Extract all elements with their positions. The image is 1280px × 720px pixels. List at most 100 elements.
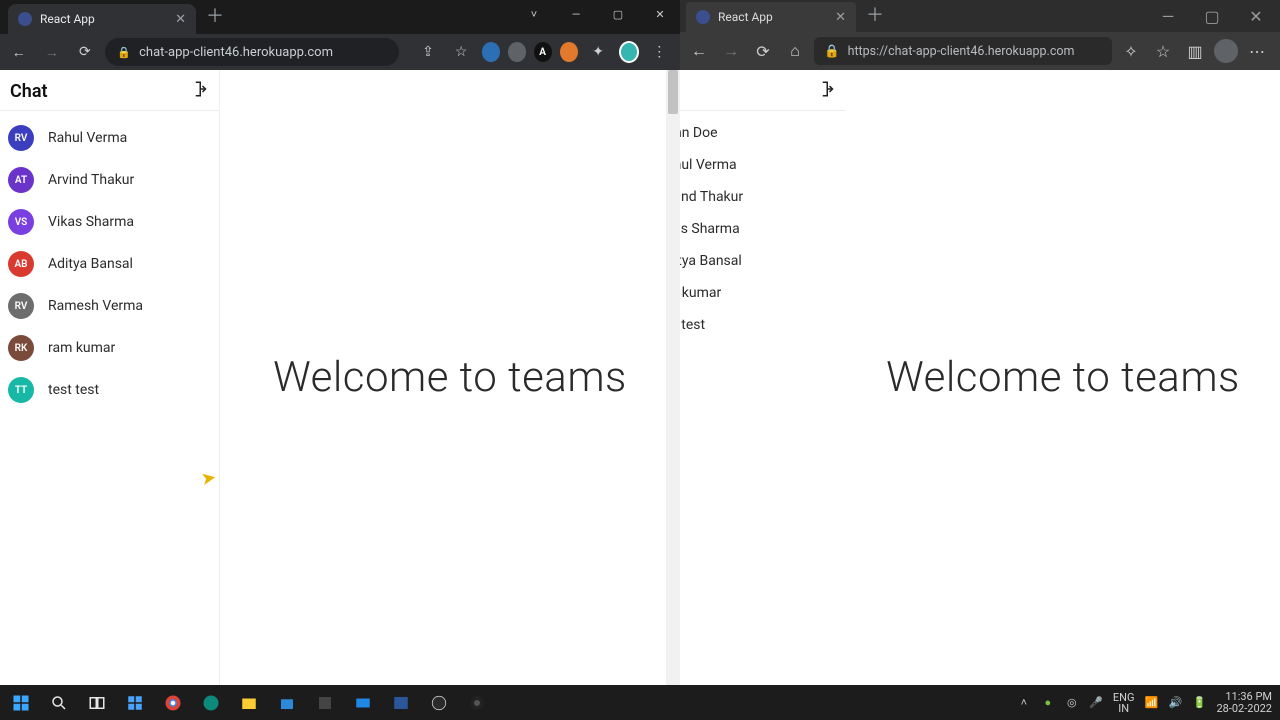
contact-name: ahul Verma	[680, 157, 737, 173]
edge-tabstrip: — ▢ ✕ React App ✕ ＋	[680, 0, 1280, 32]
close-window-button[interactable]: ✕	[1234, 2, 1278, 30]
language-indicator[interactable]: ENG IN	[1113, 692, 1135, 714]
volume-icon[interactable]: 🔊	[1168, 696, 1182, 710]
profile-avatar[interactable]	[1214, 39, 1238, 63]
close-tab-button[interactable]: ✕	[835, 10, 846, 25]
minimize-button[interactable]: —	[1146, 2, 1190, 30]
chrome-toolbar: ← → ⟳ 🔒 chat-app-client46.herokuapp.com …	[0, 34, 680, 70]
scrollbar-track[interactable]	[666, 70, 680, 685]
taskbar-apps	[8, 690, 490, 716]
new-tab-button[interactable]: ＋	[206, 8, 224, 26]
browser-tab[interactable]: React App ✕	[686, 2, 856, 32]
reload-button[interactable]: ⟳	[72, 38, 97, 66]
maximize-button[interactable]: ▢	[1190, 2, 1234, 30]
contact-item[interactable]: ahul Verma	[680, 149, 846, 181]
logout-button[interactable]	[189, 80, 207, 102]
browser-tab[interactable]: React App ✕	[8, 4, 196, 34]
mail-icon[interactable]	[350, 690, 376, 716]
chrome-window: ˅ — ▢ ✕ React App ✕ ＋ ← → ⟳ 🔒 chat-app-c…	[0, 0, 680, 685]
tray-chevron-icon[interactable]: ˄	[1017, 696, 1031, 710]
tray-mic-icon[interactable]: 🎤	[1089, 696, 1103, 710]
tray-obs-icon[interactable]: ◎	[1065, 696, 1079, 710]
contact-name: rvind Thakur	[680, 189, 743, 205]
app-icon[interactable]	[312, 690, 338, 716]
contact-item[interactable]: st test	[680, 309, 846, 341]
contact-item[interactable]: RVRahul Verma	[0, 117, 219, 159]
extension-icon[interactable]	[482, 42, 500, 62]
contact-item[interactable]: TTtest test	[0, 369, 219, 411]
wifi-icon[interactable]: 📶	[1144, 696, 1158, 710]
edge-window: — ▢ ✕ React App ✕ ＋ ← → ⟳ ⌂ 🔒 https://ch…	[680, 0, 1280, 685]
contact-item[interactable]: RKram kumar	[0, 327, 219, 369]
task-view-button[interactable]	[84, 690, 110, 716]
edge-menu-button[interactable]: ⋯	[1244, 38, 1270, 64]
avatar: AB	[8, 251, 34, 277]
contact-name: kas Sharma	[680, 221, 740, 237]
maximize-button[interactable]: ▢	[604, 4, 632, 24]
new-tab-button[interactable]: ＋	[866, 7, 884, 25]
contact-name: Arvind Thakur	[48, 172, 134, 188]
favorites-icon[interactable]: ☆	[1150, 38, 1176, 64]
extension-icon[interactable]: A	[534, 42, 552, 62]
app-icon[interactable]	[426, 690, 452, 716]
tray-status-icon[interactable]: ●	[1041, 696, 1055, 710]
contact-item[interactable]: m kumar	[680, 277, 846, 309]
url-text: chat-app-client46.herokuapp.com	[139, 45, 333, 60]
store-icon[interactable]	[274, 690, 300, 716]
forward-button[interactable]: →	[718, 38, 744, 64]
main-panel: Welcome to teams	[846, 70, 1280, 685]
forward-button[interactable]: →	[39, 38, 64, 66]
avatar: RV	[8, 125, 34, 151]
bookmark-star-icon[interactable]: ☆	[449, 38, 474, 66]
reload-button[interactable]: ⟳	[750, 38, 776, 64]
start-button[interactable]	[8, 690, 34, 716]
chrome-taskbar-icon[interactable]	[160, 690, 186, 716]
collections-icon[interactable]: ▥	[1182, 38, 1208, 64]
back-button[interactable]: ←	[686, 38, 712, 64]
search-button[interactable]	[46, 690, 72, 716]
word-icon[interactable]	[388, 690, 414, 716]
react-favicon-icon	[18, 12, 32, 26]
contact-item[interactable]: kas Sharma	[680, 213, 846, 245]
file-explorer-icon[interactable]	[236, 690, 262, 716]
minimize-button[interactable]: —	[562, 4, 590, 24]
lock-icon: 🔒	[824, 44, 840, 59]
widgets-button[interactable]	[122, 690, 148, 716]
address-bar[interactable]: 🔒 https://chat-app-client46.herokuapp.co…	[814, 37, 1112, 65]
contact-item[interactable]: ATArvind Thakur	[0, 159, 219, 201]
tracking-icon[interactable]: ✧	[1118, 38, 1144, 64]
extension-icon[interactable]	[560, 42, 578, 62]
chrome-menu-button[interactable]: ⋮	[647, 38, 672, 66]
back-button[interactable]: ←	[6, 38, 31, 66]
tab-title: React App	[40, 12, 167, 26]
share-icon[interactable]: ⇪	[415, 38, 440, 66]
contact-name: Ramesh Verma	[48, 298, 143, 314]
window-controls: — ▢ ✕	[1146, 2, 1278, 30]
contact-item[interactable]: ditya Bansal	[680, 245, 846, 277]
profile-avatar[interactable]	[619, 41, 639, 63]
contact-item[interactable]: ABAditya Bansal	[0, 243, 219, 285]
contact-list: ohn Doe ahul Verma rvind Thakur kas Sharma d…	[680, 111, 846, 347]
close-window-button[interactable]: ✕	[646, 4, 674, 24]
contact-item[interactable]: RVRamesh Verma	[0, 285, 219, 327]
contact-item[interactable]: VSVikas Sharma	[0, 201, 219, 243]
system-tray: ˄ ● ◎ 🎤 ENG IN 📶 🔊 🔋 11:36 PM 28-02-2022	[1017, 691, 1272, 715]
home-button[interactable]: ⌂	[782, 38, 808, 64]
edge-toolbar: ← → ⟳ ⌂ 🔒 https://chat-app-client46.hero…	[680, 32, 1280, 70]
obs-icon[interactable]	[464, 690, 490, 716]
dropdown-icon[interactable]: ˅	[520, 4, 548, 24]
extension-icon[interactable]	[508, 42, 526, 62]
extensions-puzzle-icon[interactable]: ✦	[586, 38, 611, 66]
logout-button[interactable]	[816, 80, 834, 102]
contact-item[interactable]: rvind Thakur	[680, 181, 846, 213]
contact-item[interactable]: ohn Doe	[680, 117, 846, 149]
welcome-heading: Welcome to teams	[886, 353, 1240, 402]
avatar: RK	[8, 335, 34, 361]
edge-taskbar-icon[interactable]	[198, 690, 224, 716]
scrollbar-thumb[interactable]	[668, 70, 678, 114]
close-tab-button[interactable]: ✕	[175, 12, 186, 27]
battery-icon[interactable]: 🔋	[1192, 696, 1206, 710]
address-bar[interactable]: 🔒 chat-app-client46.herokuapp.com	[105, 38, 399, 66]
clock[interactable]: 11:36 PM 28-02-2022	[1216, 691, 1272, 715]
avatar: VS	[8, 209, 34, 235]
